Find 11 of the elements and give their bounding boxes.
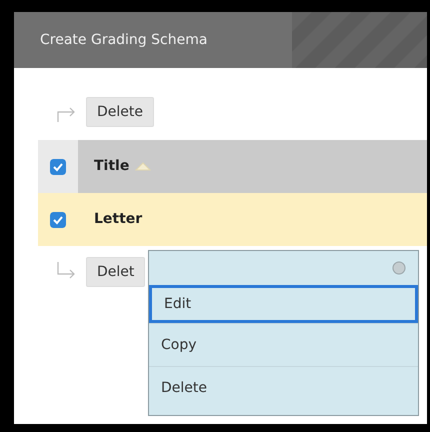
delete-button[interactable]: Delete [86, 96, 154, 128]
checkbox[interactable] [50, 212, 66, 228]
row-label: Letter [94, 210, 142, 229]
menu-item[interactable]: Delete [149, 366, 418, 409]
menu-item[interactable]: Copy [149, 323, 418, 366]
column-header[interactable]: Title [94, 156, 130, 177]
checkbox[interactable] [50, 158, 66, 174]
menu-item[interactable]: Edit [149, 285, 418, 323]
delete-button[interactable]: Delet [86, 256, 146, 288]
page-title: Create Grading Schema [14, 12, 292, 68]
close-icon[interactable] [392, 261, 406, 275]
